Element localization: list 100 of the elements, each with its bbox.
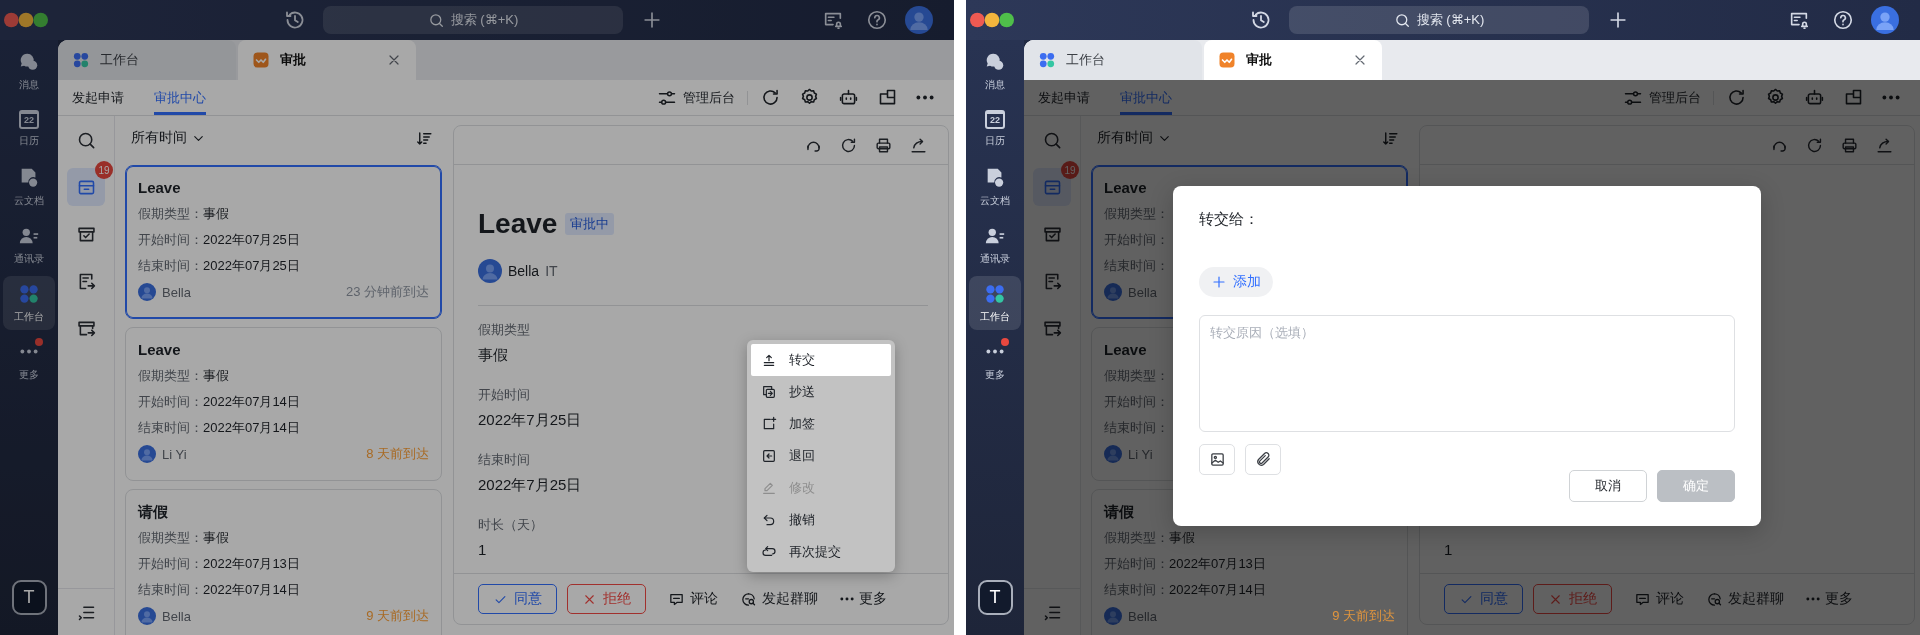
app-tab[interactable]: 工作台 xyxy=(58,40,236,80)
field-label: 时长（天） xyxy=(478,516,543,534)
field-label: 结束时间： xyxy=(138,257,203,275)
attachment-button[interactable] xyxy=(1245,444,1281,475)
card-title: Leave xyxy=(138,340,181,360)
app-tab[interactable]: 审批 xyxy=(1204,40,1382,80)
sidebar-item[interactable]: 云文档 xyxy=(969,160,1021,214)
image-button[interactable] xyxy=(1199,444,1235,475)
user-avatar[interactable]: T xyxy=(11,580,47,615)
avatar-icon[interactable] xyxy=(905,6,933,34)
count-badge: 19 xyxy=(95,161,113,179)
avatar-icon xyxy=(138,283,156,301)
sidebar-item[interactable]: 22 日历 xyxy=(969,102,1021,156)
field-value: 事假 xyxy=(203,529,229,547)
sidebar-item[interactable]: 更多 xyxy=(969,334,1021,388)
nav-tab[interactable]: 发起申请 xyxy=(72,80,124,115)
chat-search-icon xyxy=(1706,590,1723,608)
user-name: Bella xyxy=(1128,284,1157,300)
refresh-icon[interactable] xyxy=(839,135,858,155)
more-icon xyxy=(840,597,854,601)
approve-button[interactable]: 同意 xyxy=(478,584,557,614)
field-value: 2022年07月13日 xyxy=(203,555,300,573)
menu-item[interactable]: 退回 xyxy=(751,440,891,472)
help-icon[interactable] xyxy=(866,9,888,31)
sidebar-item[interactable]: 消息 xyxy=(3,44,55,98)
add-button[interactable]: 添加 xyxy=(1199,267,1273,297)
more-icon xyxy=(986,349,1004,354)
sidebar-item[interactable]: 通讯录 xyxy=(3,218,55,272)
search-icon xyxy=(1393,11,1411,29)
reason-field[interactable]: 转交原因（选填） xyxy=(1199,314,1735,432)
transfer-icon xyxy=(761,352,777,368)
card-title: Leave xyxy=(138,178,181,198)
avatar-icon xyxy=(478,259,502,283)
sidebar-item[interactable]: 22 日历 xyxy=(3,102,55,156)
card-title: Leave xyxy=(1104,340,1147,360)
user-name: Bella xyxy=(1128,608,1157,624)
avatar-icon[interactable] xyxy=(1871,6,1899,34)
app-tab[interactable]: 审批 xyxy=(238,40,416,80)
more-icon xyxy=(1806,597,1820,601)
more-icon[interactable] xyxy=(1882,95,1900,100)
arrival-time: 9 天前到达 xyxy=(1332,607,1395,625)
more-icon[interactable] xyxy=(916,95,934,100)
user-name: Bella xyxy=(162,608,191,624)
time-filter[interactable]: 所有时间 xyxy=(131,129,206,147)
menu-item[interactable]: 加签 xyxy=(751,408,891,440)
field-value: 2022年07月14日 xyxy=(1169,581,1266,599)
user-avatar[interactable]: T xyxy=(977,580,1013,615)
print-icon[interactable] xyxy=(874,135,893,155)
approval-app-icon xyxy=(252,51,270,69)
field-value: 2022年7月25日 xyxy=(478,475,582,495)
avatar-icon xyxy=(138,607,156,625)
approval-card[interactable]: 请假 假期类型：事假 开始时间：2022年07月13日 结束时间：2022年07月14日 Bella 9 天前到达 xyxy=(125,489,442,635)
field-label: 开始时间： xyxy=(138,393,203,411)
pencil-icon xyxy=(761,480,777,496)
search-icon xyxy=(427,11,445,29)
card-title: Leave xyxy=(1104,178,1147,198)
comment-button[interactable]: 评论 xyxy=(668,590,718,608)
field-value: 2022年07月25日 xyxy=(203,231,300,249)
field-label: 开始时间： xyxy=(138,555,203,573)
more-button[interactable]: 更多 xyxy=(840,590,887,608)
approval-card[interactable]: Leave 假期类型：事假 开始时间：2022年07月25日 结束时间：2022年07月25日 Bella 23 分钟前到达 xyxy=(125,165,442,319)
menu-item[interactable]: 撤销 xyxy=(751,504,891,536)
app-tab[interactable]: 工作台 xyxy=(1024,40,1202,80)
search-field[interactable]: 搜索 (⌘+K) xyxy=(1289,6,1589,34)
sidebar-item[interactable]: 更多 xyxy=(3,334,55,388)
menu-item[interactable]: 转交 xyxy=(751,344,891,376)
grid-icon xyxy=(1038,51,1056,69)
refresh-icon[interactable] xyxy=(1726,87,1747,108)
grid-icon xyxy=(18,282,40,305)
sidebar-item[interactable]: 云文档 xyxy=(3,160,55,214)
menu-item[interactable]: 再次提交 xyxy=(751,536,891,568)
nav-tab[interactable]: 审批中心 xyxy=(154,80,206,115)
field-value: 事假 xyxy=(478,345,508,365)
chat-search-icon xyxy=(740,590,757,608)
help-icon[interactable] xyxy=(1832,9,1854,31)
print-icon[interactable] xyxy=(1840,135,1859,155)
admin-button[interactable]: 管理后台 xyxy=(657,87,735,108)
grid-icon xyxy=(984,282,1006,305)
sidebar-item[interactable]: 通讯录 xyxy=(969,218,1021,272)
calendar-icon: 22 xyxy=(985,110,1005,129)
sidebar-item[interactable]: 消息 xyxy=(969,44,1021,98)
department-label: IT xyxy=(545,263,558,279)
avatar-icon xyxy=(1104,283,1122,301)
card-title: 请假 xyxy=(138,502,168,522)
field-value: 2022年07月14日 xyxy=(203,393,300,411)
arrival-time: 23 分钟前到达 xyxy=(345,283,429,301)
paperclip-icon xyxy=(1254,451,1272,468)
approval-card[interactable]: Leave 假期类型：事假 开始时间：2022年07月14日 结束时间：2022年07月14日 Li Yi 8 天前到达 xyxy=(125,327,442,481)
plus-icon[interactable] xyxy=(1607,9,1629,31)
cancel-button[interactable]: 取消 xyxy=(1569,470,1647,502)
card-title: 请假 xyxy=(1104,502,1134,522)
grid-icon xyxy=(72,51,90,69)
menu-item[interactable]: 抄送 xyxy=(751,376,891,408)
refresh-icon[interactable] xyxy=(760,87,781,108)
field-value: 事假 xyxy=(203,205,229,223)
plus-icon[interactable] xyxy=(641,9,663,31)
sidebar-item[interactable]: 工作台 xyxy=(969,276,1021,330)
group-chat-button[interactable]: 发起群聊 xyxy=(740,590,818,608)
field-value: 1 xyxy=(478,540,487,560)
field-label: 假期类型： xyxy=(138,205,203,223)
